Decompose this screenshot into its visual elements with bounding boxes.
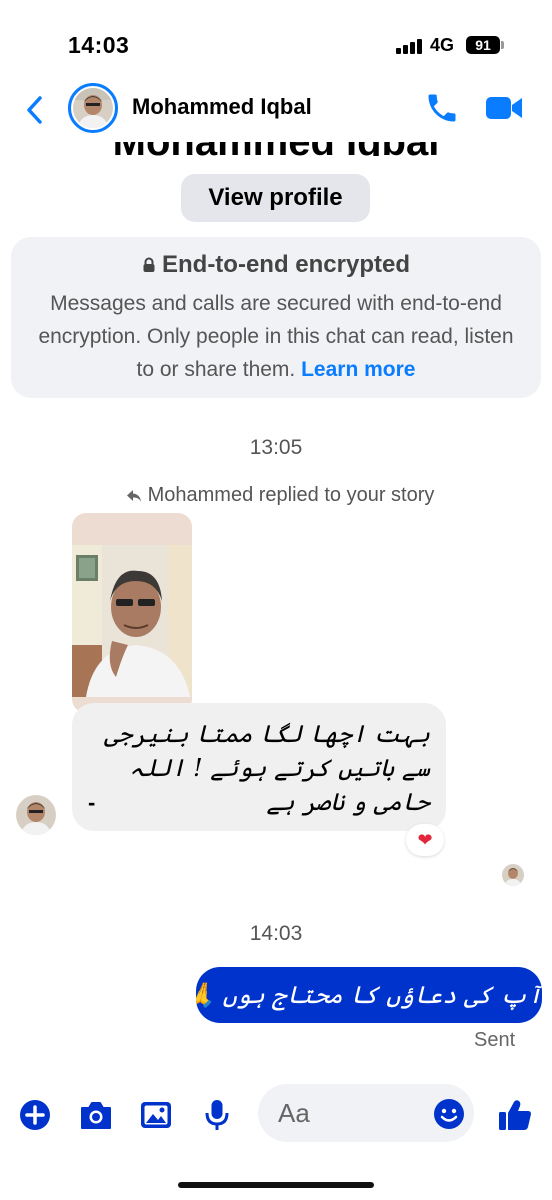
signal-icon	[396, 38, 422, 54]
microphone-icon	[205, 1100, 229, 1130]
incoming-message-text: بہت اچھا لگا ممتا بنیرجی سے باتیں کرتے ہ…	[104, 720, 430, 816]
gallery-button[interactable]	[139, 1098, 173, 1132]
microphone-button[interactable]	[200, 1098, 234, 1132]
sent-status: Sent	[474, 1029, 516, 1051]
encryption-body: Messages and calls are secured with end-…	[38, 292, 514, 381]
chat-header: Mohammed Iqbal	[0, 80, 552, 142]
timestamp-2: 14:03	[249, 922, 303, 945]
plus-circle-icon	[20, 1100, 50, 1130]
encryption-title-row: End-to-end encrypted	[11, 251, 541, 279]
status-time: 14:03	[68, 32, 130, 58]
video-call-button[interactable]	[484, 92, 524, 124]
avatar-photo	[16, 795, 56, 835]
battery-icon: 91	[466, 36, 500, 54]
home-indicator	[178, 1182, 374, 1188]
outgoing-message-bubble[interactable]: آپ کی دعاؤں کا محتاج ہوں 🙏	[196, 967, 542, 1023]
story-thumbnail[interactable]	[72, 513, 192, 713]
view-profile-button[interactable]: View profile	[181, 174, 370, 222]
story-reply-text: Mohammed replied to your story	[147, 484, 435, 506]
back-button[interactable]	[20, 90, 54, 130]
status-bar: 14:03 4G 91	[0, 0, 552, 80]
contact-avatar[interactable]	[68, 83, 118, 133]
sender-avatar[interactable]	[16, 795, 56, 835]
read-receipt-avatar	[502, 864, 524, 886]
encryption-notice: End-to-end encrypted Messages and calls …	[11, 237, 541, 398]
network-label: 4G	[430, 35, 455, 55]
outgoing-message-text: آپ کی دعاؤں کا محتاج ہوں 🙏	[196, 981, 542, 1009]
add-button[interactable]	[18, 1098, 52, 1132]
story-reply-note: Mohammed replied to your story	[0, 484, 552, 507]
phone-icon	[428, 94, 456, 122]
encryption-body-wrap: Messages and calls are secured with end-…	[29, 287, 523, 386]
learn-more-link[interactable]: Learn more	[301, 358, 415, 381]
avatar-photo	[502, 864, 524, 886]
timestamp-1: 13:05	[249, 436, 303, 459]
lock-icon	[143, 257, 155, 272]
incoming-message-bubble[interactable]: بہت اچھا لگا ممتا بنیرجی سے باتیں کرتے ہ…	[72, 703, 446, 831]
avatar-photo	[73, 88, 113, 128]
camera-icon	[81, 1102, 111, 1129]
video-camera-icon	[486, 97, 522, 119]
emoji-button[interactable]	[432, 1097, 466, 1131]
reply-arrow-icon	[126, 489, 141, 502]
message-composer	[0, 1080, 552, 1150]
voice-call-button[interactable]	[424, 90, 460, 126]
encryption-title: End-to-end encrypted	[161, 251, 410, 278]
thumbs-up-icon	[499, 1100, 531, 1130]
smiley-icon	[434, 1099, 464, 1129]
profile-name: Mohammed Iqbal	[0, 142, 552, 156]
battery-tip	[501, 41, 504, 49]
story-photo	[72, 545, 192, 697]
contact-name[interactable]: Mohammed Iqbal	[132, 94, 312, 120]
camera-button[interactable]	[78, 1098, 112, 1132]
incoming-message-tail: -	[88, 790, 96, 815]
profile-name-clip: Mohammed Iqbal	[0, 142, 552, 156]
like-button[interactable]	[496, 1096, 534, 1134]
chevron-left-icon	[27, 96, 42, 124]
image-icon	[141, 1102, 171, 1128]
heart-reaction[interactable]: ❤	[406, 824, 444, 856]
